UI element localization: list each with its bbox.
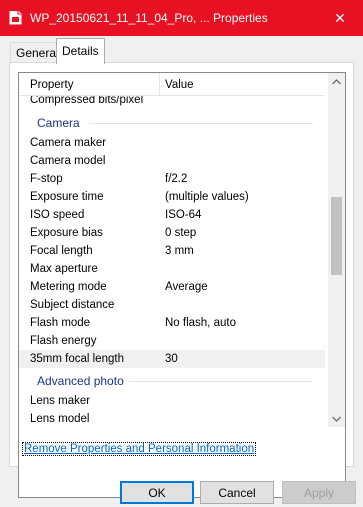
list-item[interactable]: Flash energy	[19, 332, 325, 350]
cancel-button[interactable]: Cancel	[200, 481, 274, 504]
property-value: Average	[165, 281, 208, 293]
list-item[interactable]: ISO speed ISO-64	[19, 206, 325, 224]
property-value: (multiple values)	[165, 191, 249, 203]
property-name: Camera model	[30, 155, 106, 167]
property-name: 35mm focal length	[30, 353, 124, 365]
property-name: Lens model	[30, 413, 90, 425]
apply-button[interactable]: Apply	[282, 481, 356, 504]
property-name: Max aperture	[30, 263, 98, 275]
property-name: Camera maker	[30, 137, 107, 149]
property-value: 3 mm	[165, 245, 194, 257]
column-header-value[interactable]: Value	[165, 73, 194, 95]
property-value: 0 step	[165, 227, 197, 239]
property-name: Focal length	[30, 245, 93, 257]
property-name: Subject distance	[30, 299, 115, 311]
list-item[interactable]: Camera maker	[19, 134, 325, 152]
column-header-property[interactable]: Property	[30, 73, 73, 95]
list-item[interactable]: Exposure bias 0 step	[19, 224, 325, 242]
property-name: ISO speed	[30, 209, 85, 221]
scroll-up-button[interactable]	[328, 73, 345, 90]
list-item[interactable]: Focal length 3 mm	[19, 242, 325, 260]
window-title: WP_20150621_11_11_04_Pro, ... Properties	[30, 11, 268, 25]
tab-strip: General Details	[0, 36, 363, 64]
property-name: Metering mode	[30, 281, 107, 293]
close-icon: ✕	[334, 9, 346, 26]
property-value: No flash, auto	[165, 317, 236, 329]
list-item[interactable]: Camera model	[19, 152, 325, 170]
list-item[interactable]: Flash mode No flash, auto	[19, 314, 325, 332]
tab-details[interactable]: Details	[56, 38, 105, 64]
title-bar: WP_20150621_11_11_04_Pro, ... Properties…	[0, 0, 363, 36]
remove-properties-link[interactable]: Remove Properties and Personal Informati…	[22, 442, 257, 456]
group-divider	[129, 381, 313, 382]
property-name: Lens maker	[30, 395, 91, 407]
scroll-down-button[interactable]	[328, 410, 345, 427]
property-name: Exposure time	[30, 191, 104, 203]
list-item[interactable]: Subject distance	[19, 296, 325, 314]
property-name: Exposure bias	[30, 227, 103, 239]
close-button[interactable]: ✕	[317, 0, 363, 36]
list-item[interactable]: Lens model	[19, 410, 325, 428]
list-item[interactable]: Metering mode Average	[19, 278, 325, 296]
list-item[interactable]: Lens maker	[19, 392, 325, 410]
file-icon	[9, 11, 22, 25]
vertical-scrollbar[interactable]	[328, 73, 345, 427]
property-name: Flash energy	[30, 335, 97, 347]
property-name: F-stop	[30, 173, 63, 185]
property-value: 30	[165, 353, 178, 365]
column-divider[interactable]	[159, 73, 160, 95]
details-panel: Property Value Compressed bits/pixel Cam…	[9, 62, 354, 498]
ok-button[interactable]: OK	[120, 481, 194, 504]
property-value: f/2.2	[165, 173, 188, 185]
group-header-camera: Camera	[19, 114, 325, 132]
group-header-advanced-photo: Advanced photo	[19, 372, 325, 390]
list-item[interactable]: Exposure time (multiple values)	[19, 188, 325, 206]
chevron-up-icon	[332, 78, 341, 84]
group-label: Advanced photo	[37, 374, 124, 388]
group-divider	[89, 123, 313, 124]
property-value: ISO-64	[165, 209, 202, 221]
list-item-selected[interactable]: 35mm focal length 30	[19, 350, 325, 368]
property-name: Flash mode	[30, 317, 91, 329]
scrollbar-thumb[interactable]	[331, 197, 342, 275]
list-item[interactable]: F-stop f/2.2	[19, 170, 325, 188]
group-label: Camera	[37, 116, 80, 130]
list-header: Property Value	[19, 73, 325, 96]
chevron-down-icon	[332, 416, 341, 422]
property-list[interactable]: Property Value Compressed bits/pixel Cam…	[18, 72, 346, 498]
list-item[interactable]: Max aperture	[19, 260, 325, 278]
